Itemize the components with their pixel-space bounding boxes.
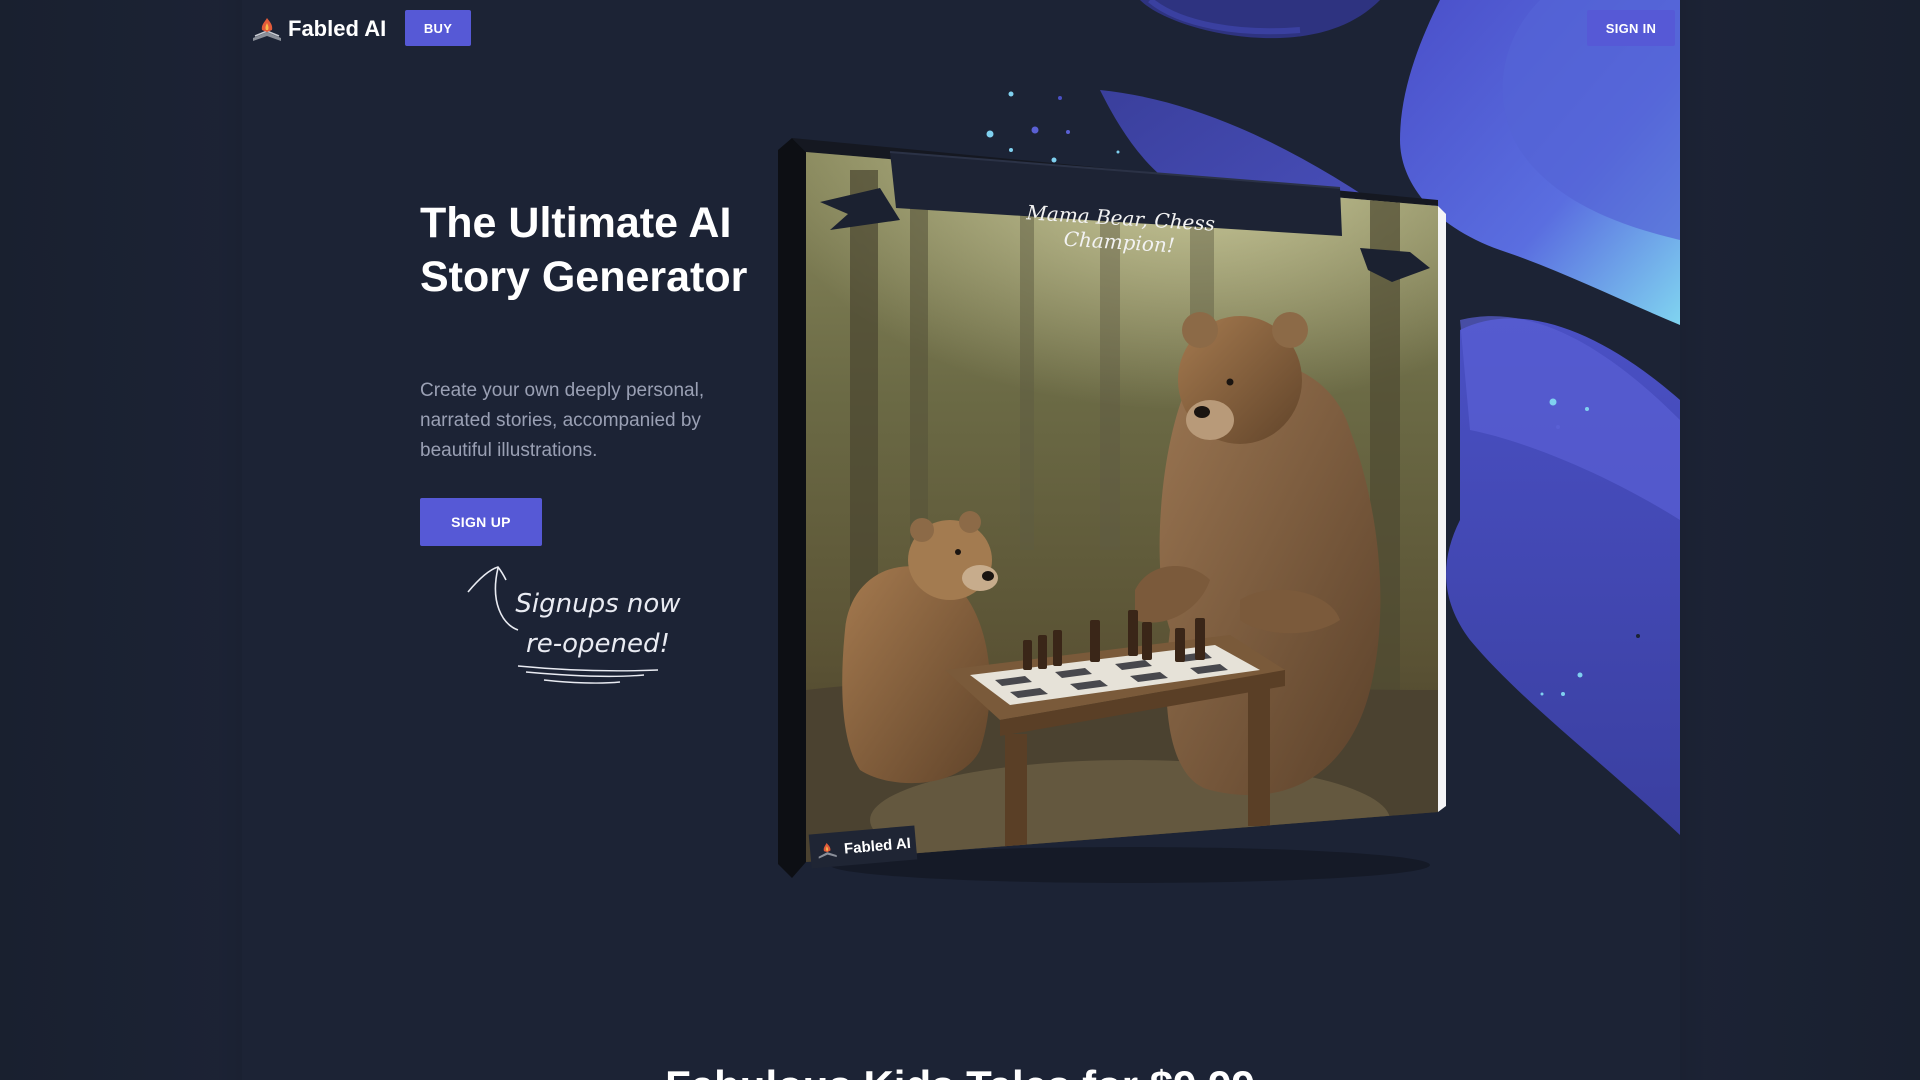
hero-title: The Ultimate AI Story Generator (420, 199, 748, 301)
book-fire-icon (253, 18, 281, 41)
story-book-preview: Mama Bear, Chess Champion! Fabled AI (770, 130, 1470, 890)
signups-note-text: Signups now re-opened! (508, 584, 688, 664)
content-edge-left (212, 0, 242, 1080)
content-edge-right (1680, 0, 1710, 1080)
signups-note: Signups now re-opened! (460, 562, 690, 702)
hero-subtitle: Create your own deeply personal, narrate… (420, 380, 705, 461)
brand-logo[interactable]: Fabled AI (250, 12, 386, 46)
note-line-1: Signups now (515, 589, 681, 619)
book-fire-icon (818, 843, 837, 859)
note-line-2: re-opened! (526, 629, 670, 659)
sign-in-button[interactable]: SIGN IN (1587, 10, 1675, 46)
book-badge-label: Fabled AI (843, 834, 912, 858)
pricing-section-title: Fabulous Kids Tales for $9.99 (0, 1062, 1920, 1080)
brand-name: Fabled AI (288, 16, 387, 41)
landing-page: Fabled AI BUY SIGN IN The Ultimate AI St… (0, 0, 1920, 1080)
buy-button[interactable]: BUY (405, 10, 471, 46)
sign-up-button[interactable]: SIGN UP (420, 498, 542, 546)
